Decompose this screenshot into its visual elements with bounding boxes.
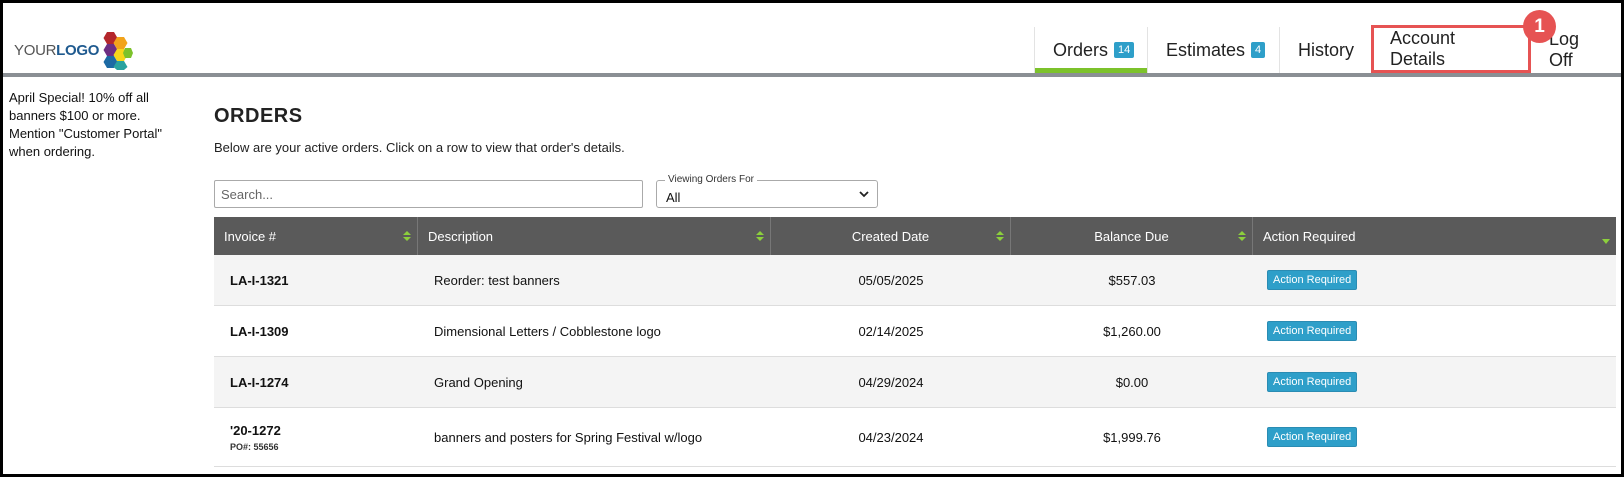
description-cell: banners and posters for Spring Festival … xyxy=(434,429,703,445)
header-divider xyxy=(3,73,1621,77)
invoice-number: LA-I-1274 xyxy=(230,374,289,390)
col-action-label: Action Required xyxy=(1263,228,1356,244)
action-cell: Action Required xyxy=(1253,306,1616,356)
nav-account-label: Account Details xyxy=(1390,28,1456,69)
invoice-number: LA-I-1321 xyxy=(230,272,289,288)
invoice-cell: LA-I-1321 xyxy=(214,255,418,305)
app-frame: YOURLOGO Orders 14 Estimates 4 History A… xyxy=(3,3,1621,474)
table-row[interactable]: LA-I-1309 Dimensional Letters / Cobblest… xyxy=(214,306,1616,357)
sort-icon xyxy=(996,231,1004,241)
logo[interactable]: YOURLOGO xyxy=(14,28,134,72)
col-action-required[interactable]: Action Required xyxy=(1253,217,1616,255)
search-input[interactable] xyxy=(214,180,643,208)
logo-text: YOURLOGO xyxy=(14,41,100,59)
table-row[interactable]: LA-I-1321 Reorder: test banners 05/05/20… xyxy=(214,255,1616,306)
action-required-badge[interactable]: Action Required xyxy=(1267,372,1358,392)
action-required-badge[interactable]: Action Required xyxy=(1267,270,1358,290)
invoice-cell: LA-I-1274 xyxy=(214,357,418,407)
po-number: PO#: 55656 xyxy=(230,441,279,452)
table-row[interactable]: '20-1272 PO#: 55656 banners and posters … xyxy=(214,408,1616,467)
nav-orders[interactable]: Orders 14 xyxy=(1034,27,1147,73)
invoice-number: LA-I-1309 xyxy=(230,323,289,339)
col-created-label: Created Date xyxy=(851,228,930,244)
invoice-number: '20-1272 xyxy=(230,422,281,438)
balance-cell: $557.03 xyxy=(1108,272,1156,288)
orders-table: Invoice # Description Created Date Balan… xyxy=(214,217,1616,467)
created-date-cell: 05/05/2025 xyxy=(858,272,924,288)
balance-cell: $0.00 xyxy=(1115,374,1149,390)
col-invoice[interactable]: Invoice # xyxy=(214,217,418,255)
action-cell: Action Required xyxy=(1253,357,1616,407)
col-description-label: Description xyxy=(428,228,494,244)
orders-count-badge: 14 xyxy=(1114,42,1135,58)
action-cell: Action Required xyxy=(1253,408,1616,466)
logo-hexagons-icon xyxy=(103,32,134,70)
action-required-badge[interactable]: Action Required xyxy=(1267,427,1358,447)
sort-icon xyxy=(756,231,764,241)
nav-history-label: History xyxy=(1298,39,1355,60)
sort-icon xyxy=(1238,231,1246,241)
description-cell: Dimensional Letters / Cobblestone logo xyxy=(434,323,661,339)
nav-estimates-label: Estimates xyxy=(1166,39,1246,60)
sidebar-promo: April Special! 10% off all banners $100 … xyxy=(9,90,163,159)
col-invoice-label: Invoice # xyxy=(224,228,277,244)
col-balance-label: Balance Due xyxy=(1094,228,1169,244)
col-balance-due[interactable]: Balance Due xyxy=(1011,217,1253,255)
sort-desc-icon xyxy=(1602,239,1610,244)
nav-history[interactable]: History xyxy=(1279,27,1371,73)
description-cell: Grand Opening xyxy=(434,374,523,390)
nav-estimates[interactable]: Estimates 4 xyxy=(1147,27,1279,73)
action-required-badge[interactable]: Action Required xyxy=(1267,321,1358,341)
page-title: ORDERS xyxy=(214,105,303,127)
nav-orders-label: Orders xyxy=(1053,39,1109,60)
chevron-down-icon xyxy=(859,191,869,198)
header: YOURLOGO Orders 14 Estimates 4 History A… xyxy=(3,3,1621,77)
col-created-date[interactable]: Created Date xyxy=(771,217,1011,255)
action-cell: Action Required xyxy=(1253,255,1616,305)
nav-logoff-label: Log Off xyxy=(1549,29,1580,70)
page-description: Below are your active orders. Click on a… xyxy=(214,140,625,155)
created-date-cell: 04/23/2024 xyxy=(858,429,924,445)
viewing-orders-for-select[interactable]: Viewing Orders For All xyxy=(656,174,878,208)
nav-account-details[interactable]: Account Details xyxy=(1371,25,1531,73)
col-description[interactable]: Description xyxy=(418,217,771,255)
table-row[interactable]: LA-I-1274 Grand Opening 04/29/2024 $0.00… xyxy=(214,357,1616,408)
invoice-cell: '20-1272 PO#: 55656 xyxy=(214,408,418,466)
balance-cell: $1,260.00 xyxy=(1103,323,1161,339)
step-callout-badge: 1 xyxy=(1523,10,1556,43)
sort-icon xyxy=(403,231,411,241)
filter-label: Viewing Orders For xyxy=(665,174,757,186)
estimates-count-badge: 4 xyxy=(1251,42,1266,58)
created-date-cell: 04/29/2024 xyxy=(858,374,924,390)
description-cell: Reorder: test banners xyxy=(434,272,560,288)
filter-value: All xyxy=(666,190,681,205)
balance-cell: $1,999.76 xyxy=(1103,429,1161,445)
created-date-cell: 02/14/2025 xyxy=(858,323,924,339)
invoice-cell: LA-I-1309 xyxy=(214,306,418,356)
table-header: Invoice # Description Created Date Balan… xyxy=(214,217,1616,255)
